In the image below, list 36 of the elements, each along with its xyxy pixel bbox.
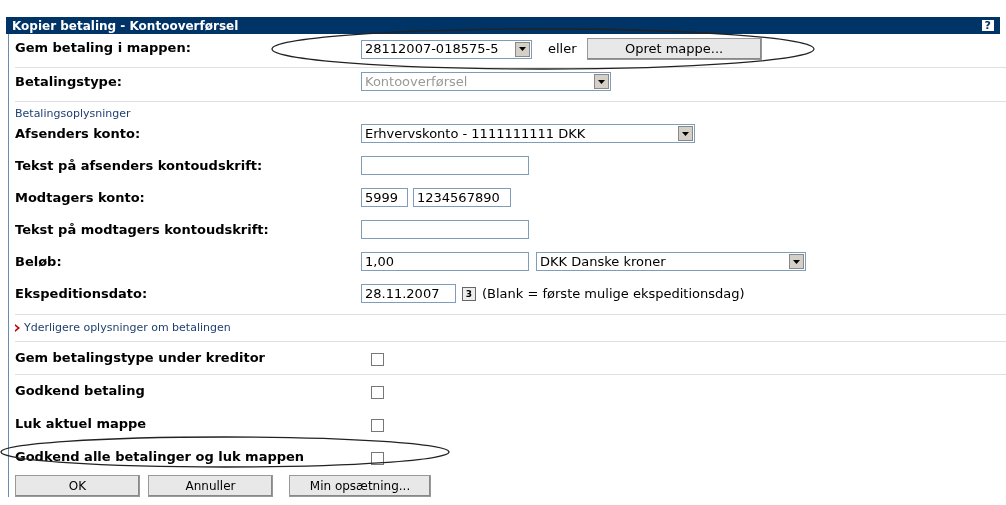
field-label: Afsenders konto: (15, 125, 142, 143)
checkbox[interactable] (371, 386, 384, 399)
help-button[interactable]: ? (981, 20, 994, 31)
input-field[interactable]: 28.11.2007 (361, 284, 456, 304)
button[interactable]: OK (15, 475, 140, 497)
field-label: Betalingstype: (15, 73, 123, 91)
window-title: Kopier betaling - Kontooverførsel (12, 17, 239, 35)
input-field[interactable]: 1234567890 (413, 188, 511, 207)
input-field[interactable] (361, 220, 529, 239)
option-label: Luk aktuel mappe (15, 415, 148, 433)
input-field[interactable]: 1,00 (361, 252, 529, 271)
input-field[interactable]: 5999 (361, 188, 408, 207)
option-label: Gem betalingstype under kreditor (15, 349, 266, 367)
more-info-link[interactable]: Yderligere oplysninger om betalingen (24, 319, 231, 337)
dropdown[interactable]: DKK Danske kroner (536, 252, 806, 271)
dropdown[interactable]: 28112007-018575-5 (361, 39, 532, 59)
field-label: Modtagers konto: (15, 189, 146, 207)
field-label: Ekspeditionsdato: (15, 285, 149, 303)
option-label: Godkend betaling (15, 382, 146, 400)
or-text: eller (548, 40, 577, 59)
calendar-icon[interactable]: 3 (462, 286, 476, 301)
option-label: Godkend alle betalinger og luk mappen (15, 448, 306, 466)
button[interactable]: Min opsætning... (289, 475, 431, 497)
create-folder-button[interactable]: Opret mappe... (586, 38, 762, 60)
field-label: Tekst på afsenders kontoudskrift: (15, 157, 264, 175)
field-label: Tekst på modtagers kontoudskrift: (15, 221, 270, 239)
dropdown[interactable]: Erhvervskonto - 1111111111 DKK (361, 124, 695, 143)
hint-text: (Blank = første mulige ekspeditionsdag) (482, 285, 745, 303)
section-title: Betalingsoplysninger (15, 106, 132, 122)
button[interactable]: Annuller (148, 475, 273, 497)
checkbox[interactable] (371, 419, 384, 432)
chevron-icon (15, 324, 20, 332)
field-label: Beløb: (15, 253, 63, 271)
input-field[interactable] (361, 156, 529, 175)
field-label: Gem betaling i mappen: (15, 39, 192, 57)
checkbox[interactable] (371, 353, 384, 366)
